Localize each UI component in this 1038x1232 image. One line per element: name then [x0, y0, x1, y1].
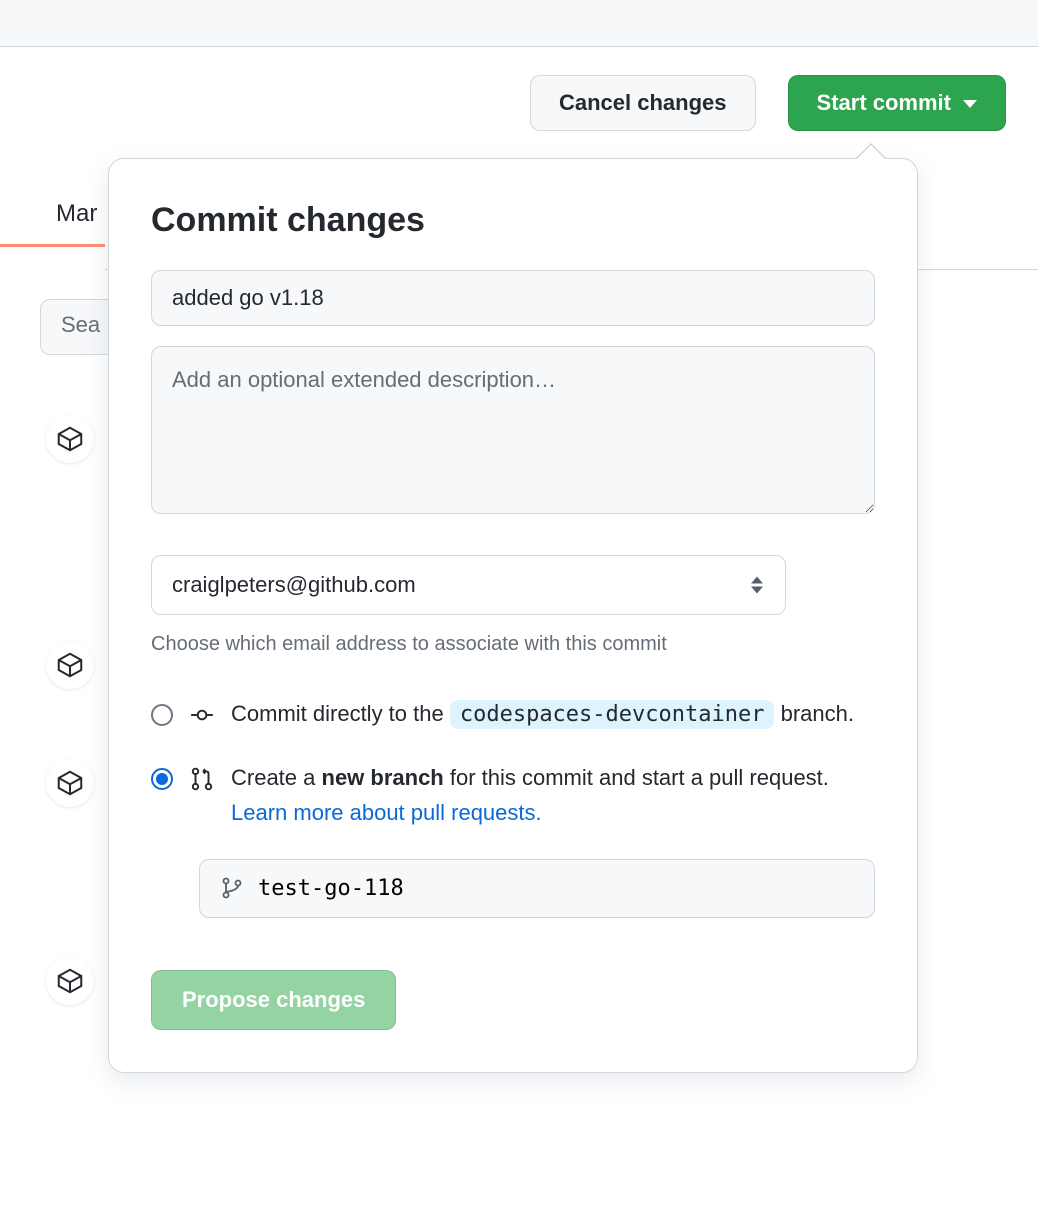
commit-popover: Commit changes craiglpeters@github.com C… — [108, 158, 918, 1073]
learn-pull-requests-link[interactable]: Learn more about pull requests. — [231, 800, 542, 825]
container-item-2[interactable] — [46, 641, 94, 689]
radio-direct-commit-label: Commit directly to the codespaces-devcon… — [231, 696, 875, 732]
commit-email-helper: Choose which email address to associate … — [151, 633, 875, 656]
action-row: Cancel changes Start commit — [0, 47, 1038, 131]
caret-down-icon — [963, 100, 977, 108]
radio-new-branch-row: Create a new branch for this commit and … — [151, 760, 875, 830]
direct-suffix: branch. — [781, 701, 854, 726]
radio-direct-commit-row: Commit directly to the codespaces-devcon… — [151, 696, 875, 732]
new-branch-name-wrap[interactable] — [199, 859, 875, 918]
cancel-changes-button[interactable]: Cancel changes — [530, 75, 756, 131]
container-icon — [55, 424, 85, 454]
direct-prefix: Commit directly to the — [231, 701, 450, 726]
container-icon — [55, 768, 85, 798]
commit-email-value: craiglpeters@github.com — [172, 572, 416, 597]
newbranch-prefix: Create a — [231, 765, 322, 790]
branch-pill: codespaces-devcontainer — [450, 700, 775, 729]
top-bar — [0, 0, 1038, 47]
select-caret-icon — [751, 577, 763, 594]
git-commit-icon — [189, 702, 215, 728]
container-item-4[interactable] — [46, 957, 94, 1005]
start-commit-button[interactable]: Start commit — [788, 75, 1006, 131]
container-icon — [55, 966, 85, 996]
container-icon — [55, 650, 85, 680]
search-input-stub[interactable]: Sea — [40, 299, 112, 355]
popover-title: Commit changes — [151, 201, 875, 240]
tab-marketplace[interactable]: Mar — [0, 180, 105, 247]
commit-summary-input[interactable] — [151, 270, 875, 326]
propose-changes-button[interactable]: Propose changes — [151, 970, 396, 1030]
radio-new-branch-label: Create a new branch for this commit and … — [231, 760, 875, 830]
newbranch-bold: new branch — [322, 765, 444, 790]
radio-direct-commit[interactable] — [151, 704, 173, 726]
new-branch-name-input[interactable] — [258, 876, 854, 901]
git-branch-icon — [220, 876, 244, 900]
commit-description-textarea[interactable] — [151, 346, 875, 514]
container-item-1[interactable] — [46, 415, 94, 463]
start-commit-label: Start commit — [817, 90, 951, 116]
git-pull-request-icon — [189, 766, 215, 792]
radio-new-branch[interactable] — [151, 768, 173, 790]
commit-email-select[interactable]: craiglpeters@github.com — [151, 555, 786, 615]
newbranch-middle: for this commit and start a pull request… — [444, 765, 829, 790]
container-item-3[interactable] — [46, 759, 94, 807]
commit-target-radios: Commit directly to the codespaces-devcon… — [151, 696, 875, 918]
